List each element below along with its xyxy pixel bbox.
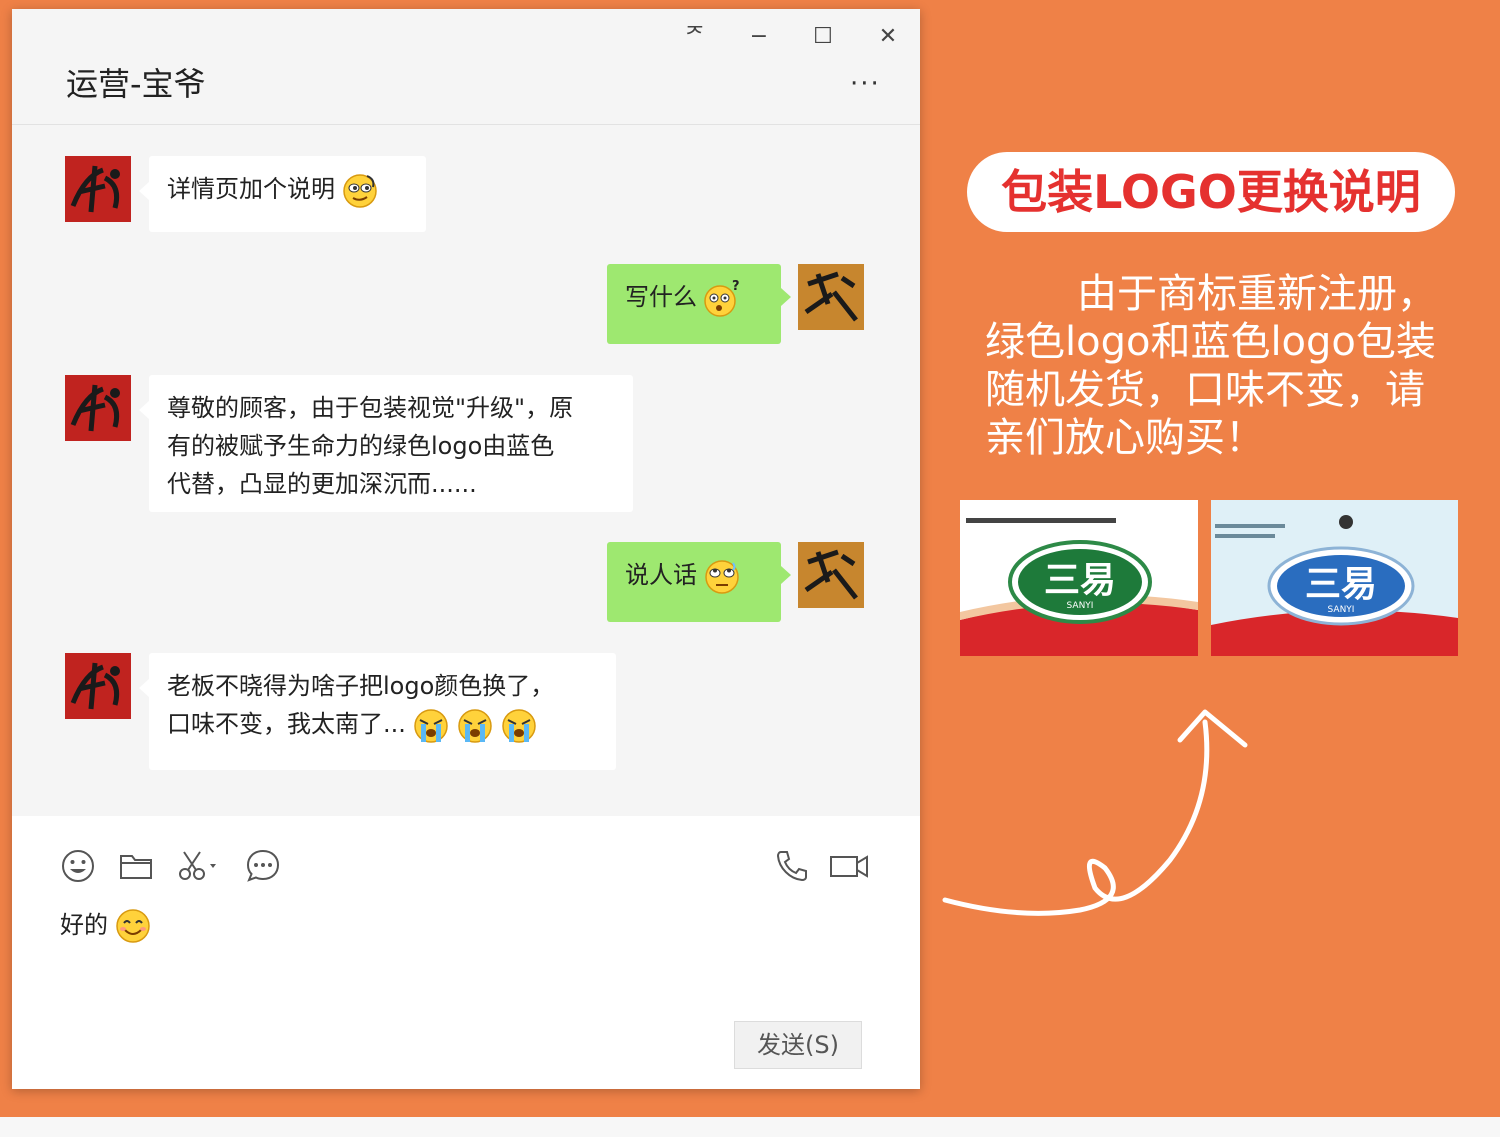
- message-bubble[interactable]: 老板不晓得为啥子把logo颜色换了， 口味不变，我太南了...: [139, 653, 616, 770]
- contact-avatar[interactable]: [65, 156, 131, 222]
- notice-text: 由于商标重新注册，绿色logo和蓝色logo包装随机发货，口味不变，请亲们放心购…: [985, 271, 1437, 461]
- contact-avatar[interactable]: [65, 375, 131, 441]
- draft-text: 好的: [60, 911, 108, 939]
- brand-name-en: SANYI: [1067, 601, 1094, 611]
- close-button[interactable]: ✕: [873, 23, 903, 51]
- emoji-icon[interactable]: [58, 846, 98, 886]
- message-line: 有的被赋予生命力的绿色logo由蓝色: [167, 432, 555, 460]
- svg-text:?: ?: [732, 279, 740, 294]
- message-text: 写什么: [625, 283, 697, 311]
- maximize-button[interactable]: ☐: [808, 23, 838, 51]
- send-button[interactable]: 发送(S): [734, 1021, 862, 1069]
- more-options-button[interactable]: ···: [850, 69, 881, 99]
- message-bubble[interactable]: 说人话: [607, 542, 791, 622]
- smug-face-icon: [341, 171, 379, 209]
- contact-avatar[interactable]: [65, 653, 131, 719]
- brand-name-en: SANYI: [1328, 605, 1355, 615]
- message-bubble[interactable]: 写什么?: [607, 264, 791, 344]
- pin-button[interactable]: ᅎ: [680, 23, 710, 51]
- message-text: 详情页加个说明: [167, 175, 335, 203]
- confused-face-icon: ?: [703, 279, 741, 317]
- message-line: 口味不变，我太南了...: [167, 710, 406, 738]
- folder-icon[interactable]: [116, 846, 156, 886]
- message-line: 尊敬的顾客，由于包装视觉"升级"，原: [167, 394, 574, 422]
- scissors-icon[interactable]: [176, 846, 224, 886]
- brand-name: 三易: [1044, 559, 1116, 601]
- new-blue-logo-package: 三易 SANYI: [1211, 500, 1458, 656]
- headline-banner: 包装LOGO更换说明: [967, 152, 1455, 232]
- curved-arrow-icon: [942, 709, 1248, 916]
- chat-title: 运营-宝爷: [66, 65, 206, 103]
- crying-face-icon: [500, 706, 538, 744]
- my-avatar[interactable]: [798, 264, 864, 330]
- chat-window: ᅎ − ☐ ✕ 运营-宝爷 ··· 详情页加个说明 写什么? 尊敬的顾客，由于包…: [12, 9, 920, 1089]
- title-bar: ᅎ − ☐ ✕ 运营-宝爷 ···: [12, 9, 920, 125]
- chat-history-icon[interactable]: [243, 846, 283, 886]
- phone-icon[interactable]: [772, 846, 812, 886]
- smile-face-icon: [114, 907, 152, 945]
- my-avatar[interactable]: [798, 542, 864, 608]
- crying-face-icon: [412, 706, 450, 744]
- old-green-logo-package: 三易 SANYI: [960, 500, 1198, 656]
- eye-roll-face-icon: [703, 557, 741, 595]
- message-input[interactable]: 好的: [60, 901, 152, 949]
- video-icon[interactable]: [828, 846, 870, 886]
- bottom-strip: [0, 1117, 1500, 1137]
- message-line: 代替，凸显的更加深沉而......: [167, 470, 477, 498]
- crying-face-icon: [456, 706, 494, 744]
- message-text: 说人话: [625, 561, 697, 589]
- message-input-area[interactable]: 好的 发送(S): [12, 816, 920, 1089]
- minimize-button[interactable]: −: [744, 23, 774, 51]
- message-line: 老板不晓得为啥子把logo颜色换了，: [167, 672, 555, 700]
- message-bubble[interactable]: 尊敬的顾客，由于包装视觉"升级"，原 有的被赋予生命力的绿色logo由蓝色 代替…: [139, 375, 633, 512]
- message-bubble[interactable]: 详情页加个说明: [139, 156, 426, 232]
- brand-name: 三易: [1305, 563, 1377, 605]
- message-list[interactable]: 详情页加个说明 写什么? 尊敬的顾客，由于包装视觉"升级"，原 有的被赋予生命力…: [12, 126, 920, 816]
